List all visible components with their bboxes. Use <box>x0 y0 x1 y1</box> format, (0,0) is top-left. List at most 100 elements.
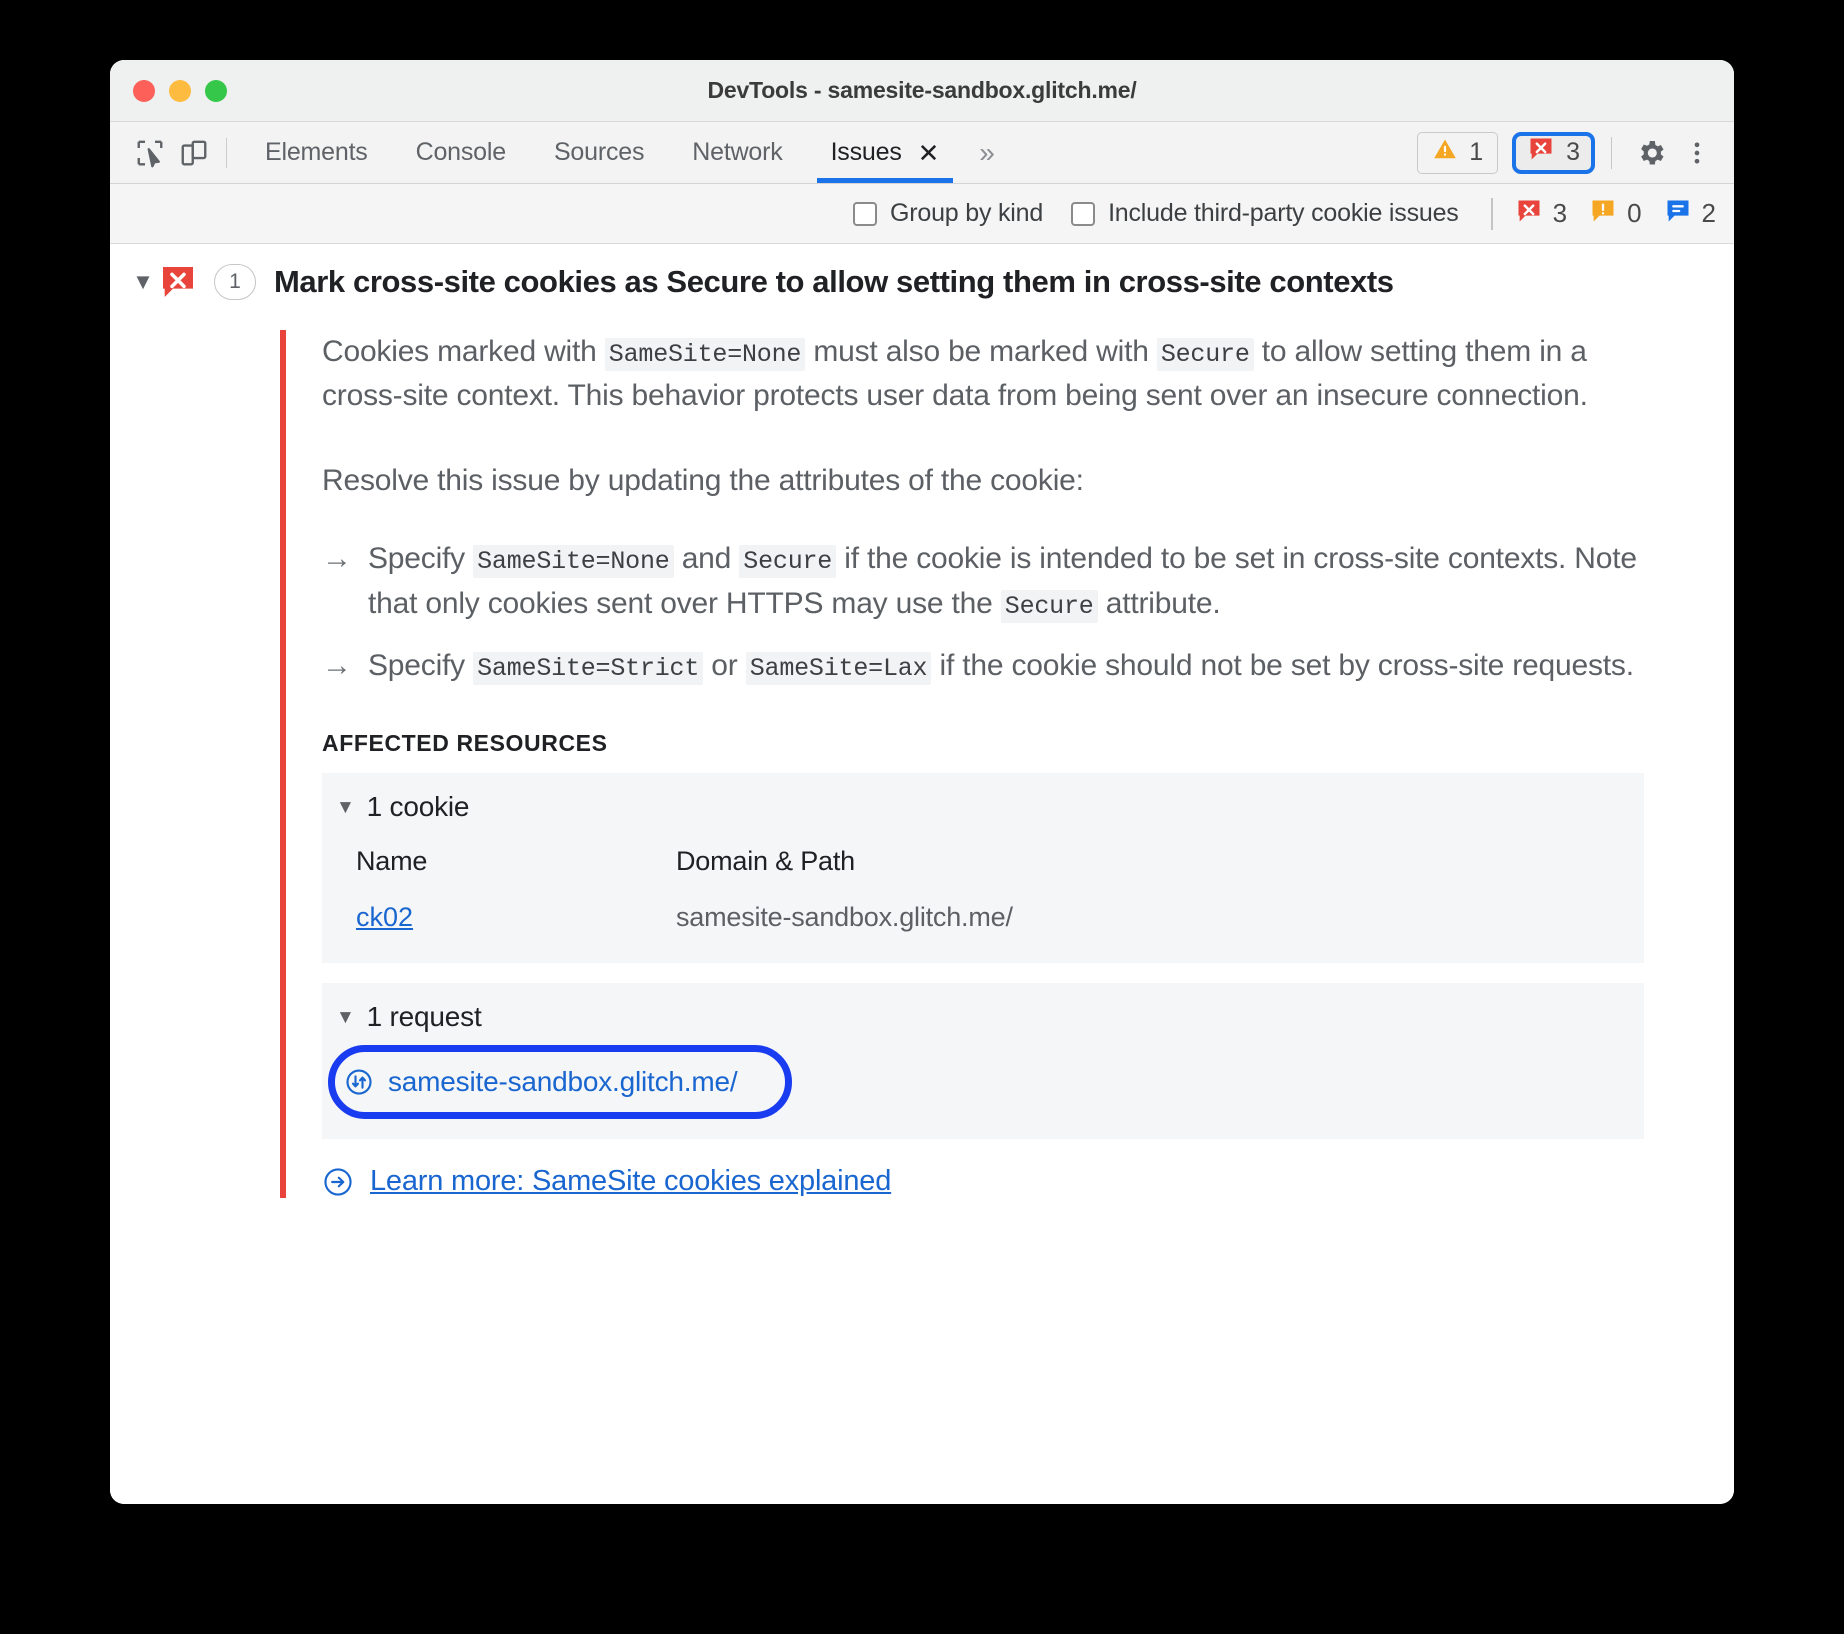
include-third-party-checkbox-item[interactable]: Include third-party cookie issues <box>1071 199 1459 228</box>
request-url-text: samesite-sandbox.glitch.me/ <box>388 1066 738 1098</box>
panel-tabs: Elements Console Sources Network Issues … <box>241 122 1007 183</box>
issue-count-badge: 1 <box>214 264 256 300</box>
warning-badge-icon <box>1589 197 1617 230</box>
error-count: 3 <box>1566 138 1580 166</box>
request-row: samesite-sandbox.glitch.me/ <box>322 1043 1644 1121</box>
warning-count: 0 <box>1627 198 1642 228</box>
text-fragment: or <box>703 648 746 682</box>
tab-sources[interactable]: Sources <box>530 122 668 183</box>
info-badge-icon <box>1664 197 1692 230</box>
device-toolbar-icon[interactable] <box>172 131 216 175</box>
code-samesite-none: SameSite=None <box>473 545 674 579</box>
warning-triangle-icon <box>1432 136 1458 169</box>
tab-console[interactable]: Console <box>392 122 530 183</box>
info-count: 2 <box>1701 198 1716 228</box>
bullet-text: Specify SameSite=Strict or SameSite=Lax … <box>368 644 1634 688</box>
code-secure: Secure <box>739 545 837 579</box>
gear-icon[interactable] <box>1628 130 1674 176</box>
learn-more-link[interactable]: Learn more: SameSite cookies explained <box>322 1165 1644 1198</box>
table-header-row: Name Domain & Path <box>356 833 1644 889</box>
tab-label: Console <box>415 138 507 166</box>
include-third-party-label: Include third-party cookie issues <box>1108 199 1459 227</box>
cookie-table: Name Domain & Path ck02 samesite-sandbox… <box>322 833 1644 945</box>
more-tabs-icon[interactable]: » <box>963 137 1007 169</box>
request-section-title: 1 request <box>366 1001 482 1033</box>
table-row: ck02 samesite-sandbox.glitch.me/ <box>356 889 1644 945</box>
affected-requests-section: ▼ 1 request samesite-sandbox.glitch.me/ <box>322 983 1644 1140</box>
learn-more-text: Learn more: SameSite cookies explained <box>370 1165 892 1198</box>
issue-paragraph-1: Cookies marked with SameSite=None must a… <box>322 330 1644 419</box>
network-request-icon <box>344 1067 374 1097</box>
issue-accent-bar <box>280 330 286 1199</box>
warning-counter-button[interactable]: 1 <box>1417 131 1499 174</box>
group-by-kind-checkbox-item[interactable]: Group by kind <box>853 199 1043 228</box>
inspect-element-icon[interactable] <box>128 131 172 175</box>
arrow-right-icon: → <box>322 648 352 682</box>
error-badge-icon <box>1527 135 1555 170</box>
issue-paragraph-2: Resolve this issue by updating the attri… <box>322 463 1084 497</box>
affected-cookies-section: ▼ 1 cookie Name Domain & Path ck02 sames… <box>322 773 1644 964</box>
cookie-name-link[interactable]: ck02 <box>356 902 413 932</box>
column-header-domain-path: Domain & Path <box>676 845 855 876</box>
toolbar-divider <box>226 137 227 168</box>
error-badge-icon <box>1515 197 1543 230</box>
error-count-group: 3 <box>1515 197 1567 230</box>
request-url-link[interactable]: samesite-sandbox.glitch.me/ <box>344 1066 738 1098</box>
code-samesite-lax: SameSite=Lax <box>745 651 932 685</box>
text-fragment: Cookies marked with <box>322 335 605 368</box>
group-by-kind-checkbox[interactable] <box>853 201 878 226</box>
tab-network[interactable]: Network <box>668 122 806 183</box>
text-fragment: Specify <box>368 648 474 682</box>
include-third-party-checkbox[interactable] <box>1071 201 1096 226</box>
issues-filter-bar: Group by kind Include third-party cookie… <box>110 184 1734 244</box>
issue-bullet-2: → Specify SameSite=Strict or SameSite=La… <box>322 644 1644 688</box>
cookie-domain-path-cell: samesite-sandbox.glitch.me/ <box>676 901 1013 932</box>
tab-label: Issues <box>830 138 902 166</box>
tab-label: Elements <box>265 138 368 166</box>
code-samesite-strict: SameSite=Strict <box>473 651 704 685</box>
devtools-window: DevTools - samesite-sandbox.glitch.me/ E… <box>110 60 1734 1504</box>
issue-details: Cookies marked with SameSite=None must a… <box>280 330 1734 1199</box>
close-icon[interactable]: ✕ <box>918 140 940 166</box>
text-fragment: Specify <box>368 542 474 576</box>
issue-header-row[interactable]: ▼ 1 Mark cross-site cookies as Secure to… <box>110 244 1734 316</box>
text-fragment: if the cookie should not be set by cross… <box>931 648 1634 682</box>
cookie-name-cell: ck02 <box>356 902 676 933</box>
cookie-section-header[interactable]: ▼ 1 cookie <box>322 787 1644 833</box>
text-fragment: and <box>673 542 740 576</box>
window-titlebar: DevTools - samesite-sandbox.glitch.me/ <box>110 60 1734 122</box>
info-count-group: 2 <box>1664 197 1716 230</box>
issues-list: ▼ 1 Mark cross-site cookies as Secure to… <box>110 244 1734 1504</box>
toolbar-divider-right <box>1611 136 1612 169</box>
error-count: 3 <box>1552 198 1568 228</box>
more-options-icon[interactable] <box>1674 130 1720 176</box>
error-badge-icon <box>158 262 198 302</box>
arrow-in-circle-icon <box>322 1166 354 1198</box>
warning-count: 1 <box>1469 138 1484 166</box>
chevron-down-icon[interactable]: ▼ <box>128 271 158 293</box>
issue-title: Mark cross-site cookies as Secure to all… <box>274 264 1394 299</box>
screenshot-root: DevTools - samesite-sandbox.glitch.me/ E… <box>0 0 1844 1634</box>
filterbar-divider <box>1490 197 1493 230</box>
code-secure: Secure <box>1000 589 1098 623</box>
chevron-down-icon[interactable]: ▼ <box>336 798 355 817</box>
text-fragment: must also be marked with <box>805 335 1157 368</box>
tab-elements[interactable]: Elements <box>241 122 392 183</box>
affected-resources-label: AFFECTED RESOURCES <box>322 730 608 757</box>
request-section-header[interactable]: ▼ 1 request <box>322 997 1644 1043</box>
chevron-down-icon[interactable]: ▼ <box>336 1008 355 1027</box>
window-title: DevTools - samesite-sandbox.glitch.me/ <box>707 77 1137 103</box>
code-secure: Secure <box>1156 338 1254 371</box>
error-counter-button[interactable]: 3 <box>1512 131 1595 174</box>
tab-label: Network <box>692 138 783 166</box>
devtools-tabbar: Elements Console Sources Network Issues … <box>110 122 1734 184</box>
tab-label: Sources <box>553 138 645 166</box>
tab-issues[interactable]: Issues ✕ <box>807 122 964 183</box>
bullet-text: Specify SameSite=None and Secure if the … <box>368 537 1644 626</box>
cookie-section-title: 1 cookie <box>366 791 470 823</box>
arrow-right-icon: → <box>322 542 352 576</box>
issue-bullet-1: → Specify SameSite=None and Secure if th… <box>322 537 1644 626</box>
text-fragment: attribute. <box>1097 586 1221 620</box>
column-header-name: Name <box>356 845 428 876</box>
group-by-kind-label: Group by kind <box>890 199 1044 227</box>
